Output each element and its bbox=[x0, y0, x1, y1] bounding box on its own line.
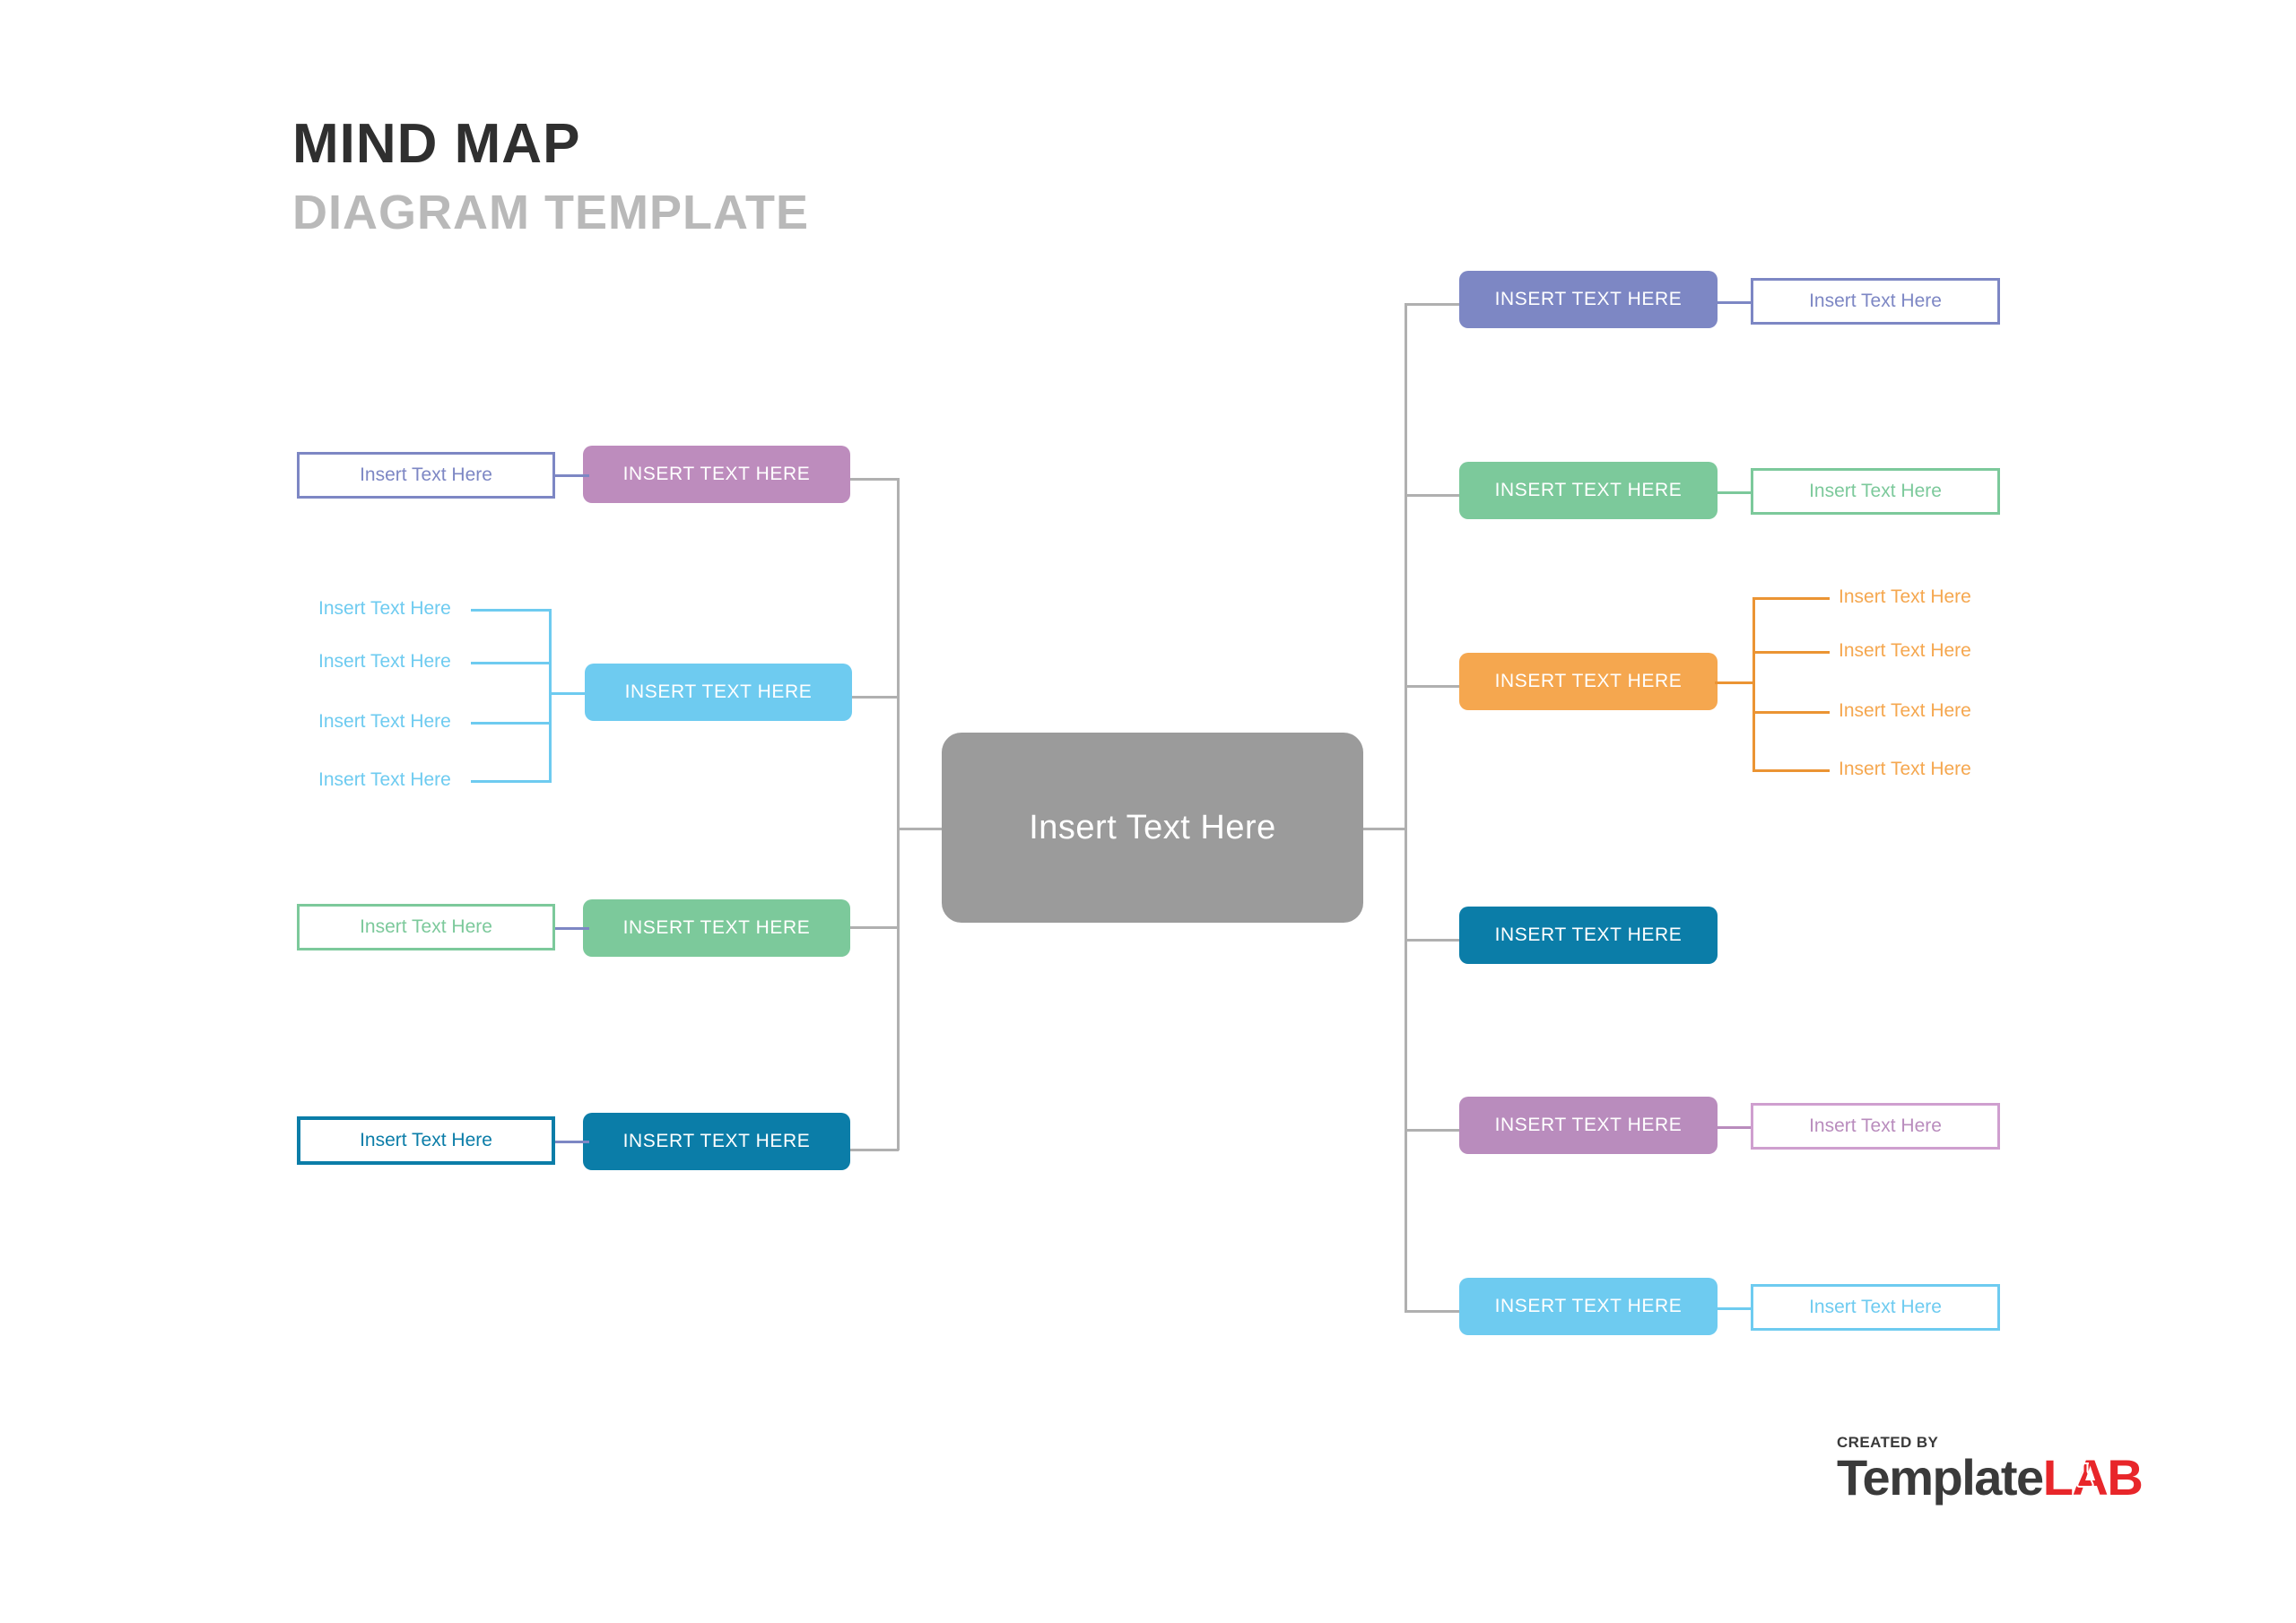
right-leafbox-cyan-label: Insert Text Here bbox=[1809, 1297, 1942, 1317]
right-trunk-stub bbox=[1361, 828, 1406, 830]
right-node-periwinkle[interactable]: INSERT TEXT HERE bbox=[1459, 271, 1718, 328]
right-node-cyan-label: INSERT TEXT HERE bbox=[1494, 1296, 1683, 1316]
right-orange-bracket-spine bbox=[1752, 597, 1755, 769]
left-sky-label-1-text: Insert Text Here bbox=[318, 598, 451, 619]
left-sky-arm-2 bbox=[471, 662, 552, 664]
right-orange-arm-3 bbox=[1752, 711, 1830, 714]
left-sky-label-2[interactable]: Insert Text Here bbox=[318, 647, 471, 677]
left-branch-connector-sky bbox=[848, 696, 899, 699]
left-leafbox-teal-label: Insert Text Here bbox=[360, 1130, 492, 1150]
left-leaf-connector-teal bbox=[550, 1141, 589, 1143]
right-node-periwinkle-label: INSERT TEXT HERE bbox=[1494, 289, 1683, 309]
right-leafbox-mauve-label: Insert Text Here bbox=[1809, 1115, 1942, 1136]
right-node-mauve-label: INSERT TEXT HERE bbox=[1494, 1115, 1683, 1135]
left-sky-label-3[interactable]: Insert Text Here bbox=[318, 707, 471, 737]
right-node-cyan[interactable]: INSERT TEXT HERE bbox=[1459, 1278, 1718, 1335]
right-leafbox-periwinkle-label: Insert Text Here bbox=[1809, 291, 1942, 311]
right-branch-connector-green bbox=[1405, 494, 1460, 497]
flask-icon bbox=[2075, 1462, 2094, 1488]
left-trunk-stub bbox=[897, 828, 944, 830]
logo-created-by-text: CREATED BY bbox=[1837, 1434, 1939, 1451]
left-node-teal-label: INSERT TEXT HERE bbox=[622, 1131, 811, 1151]
right-orange-label-4[interactable]: Insert Text Here bbox=[1839, 754, 2000, 785]
right-leafbox-mauve[interactable]: Insert Text Here bbox=[1751, 1103, 2000, 1150]
right-leaf-connector-green bbox=[1713, 491, 1752, 494]
page-title: MIND MAP DIAGRAM TEMPLATE bbox=[292, 113, 809, 239]
left-branch-connector-purple bbox=[848, 478, 899, 481]
left-leafbox-green-label: Insert Text Here bbox=[360, 916, 492, 937]
logo-lab-text: LAB bbox=[2043, 1453, 2144, 1503]
center-node-label: Insert Text Here bbox=[1029, 808, 1276, 846]
right-branch-connector-cyan bbox=[1405, 1310, 1460, 1313]
right-node-green-label: INSERT TEXT HERE bbox=[1494, 480, 1683, 500]
right-branch-connector-teal bbox=[1405, 939, 1460, 942]
left-node-purple-label: INSERT TEXT HERE bbox=[622, 464, 811, 484]
right-orange-arm-2 bbox=[1752, 651, 1830, 654]
left-node-purple[interactable]: INSERT TEXT HERE bbox=[583, 446, 850, 503]
left-node-sky[interactable]: INSERT TEXT HERE bbox=[585, 664, 852, 721]
right-node-teal[interactable]: INSERT TEXT HERE bbox=[1459, 907, 1718, 964]
left-sky-label-4-text: Insert Text Here bbox=[318, 769, 451, 790]
title-line-primary: MIND MAP bbox=[292, 113, 581, 175]
templatelab-logo: CREATED BY Template LAB bbox=[1837, 1434, 2144, 1506]
right-branch-connector-periwinkle bbox=[1405, 303, 1460, 306]
title-line-secondary: DIAGRAM TEMPLATE bbox=[292, 186, 809, 239]
left-leafbox-teal[interactable]: Insert Text Here bbox=[297, 1116, 555, 1165]
mind-map-canvas: MIND MAP DIAGRAM TEMPLATE Insert Text He… bbox=[0, 0, 2296, 1623]
logo-template-text: Template bbox=[1837, 1449, 2044, 1506]
left-sky-label-4[interactable]: Insert Text Here bbox=[318, 765, 471, 795]
right-orange-label-2[interactable]: Insert Text Here bbox=[1839, 636, 2000, 666]
right-node-teal-label: INSERT TEXT HERE bbox=[1494, 924, 1683, 945]
left-sky-label-2-text: Insert Text Here bbox=[318, 651, 451, 672]
right-leafbox-cyan[interactable]: Insert Text Here bbox=[1751, 1284, 2000, 1331]
right-node-green[interactable]: INSERT TEXT HERE bbox=[1459, 462, 1718, 519]
right-leafbox-periwinkle[interactable]: Insert Text Here bbox=[1751, 278, 2000, 325]
left-branch-connector-green bbox=[848, 926, 899, 929]
center-node[interactable]: Insert Text Here bbox=[942, 733, 1363, 923]
right-orange-arm-1 bbox=[1752, 597, 1830, 600]
left-node-green[interactable]: INSERT TEXT HERE bbox=[583, 899, 850, 957]
right-trunk-vertical bbox=[1405, 303, 1407, 1313]
right-orange-label-2-text: Insert Text Here bbox=[1839, 640, 1971, 661]
right-node-orange[interactable]: INSERT TEXT HERE bbox=[1459, 653, 1718, 710]
right-orange-arm-4 bbox=[1752, 769, 1830, 772]
left-sky-arm-3 bbox=[471, 722, 552, 725]
right-orange-label-4-text: Insert Text Here bbox=[1839, 759, 1971, 779]
left-trunk-vertical bbox=[897, 478, 900, 1150]
left-sky-arm-4 bbox=[471, 780, 552, 783]
right-orange-label-1[interactable]: Insert Text Here bbox=[1839, 582, 2000, 612]
right-branch-connector-orange bbox=[1405, 685, 1460, 688]
right-orange-label-1-text: Insert Text Here bbox=[1839, 586, 1971, 607]
logo-wordmark: Template LAB bbox=[1837, 1449, 2144, 1506]
left-sky-bracket-stub bbox=[549, 692, 590, 695]
right-orange-label-3[interactable]: Insert Text Here bbox=[1839, 696, 2000, 726]
right-orange-label-3-text: Insert Text Here bbox=[1839, 700, 1971, 721]
right-leafbox-green-label: Insert Text Here bbox=[1809, 481, 1942, 501]
right-leafbox-green[interactable]: Insert Text Here bbox=[1751, 468, 2000, 515]
right-node-orange-label: INSERT TEXT HERE bbox=[1494, 671, 1683, 691]
right-orange-bracket-stub bbox=[1715, 681, 1754, 684]
left-node-teal[interactable]: INSERT TEXT HERE bbox=[583, 1113, 850, 1170]
left-sky-label-3-text: Insert Text Here bbox=[318, 711, 451, 732]
left-node-sky-label: INSERT TEXT HERE bbox=[624, 681, 813, 702]
left-leafbox-purple-label: Insert Text Here bbox=[360, 464, 492, 485]
left-sky-label-1[interactable]: Insert Text Here bbox=[318, 594, 471, 624]
left-leaf-connector-purple bbox=[550, 474, 589, 477]
right-node-mauve[interactable]: INSERT TEXT HERE bbox=[1459, 1097, 1718, 1154]
left-node-green-label: INSERT TEXT HERE bbox=[622, 917, 811, 938]
right-branch-connector-mauve bbox=[1405, 1129, 1460, 1132]
right-leaf-connector-cyan bbox=[1713, 1307, 1752, 1310]
left-leaf-connector-green bbox=[550, 927, 589, 930]
left-leafbox-green[interactable]: Insert Text Here bbox=[297, 904, 555, 950]
right-leaf-connector-mauve bbox=[1713, 1126, 1752, 1129]
right-leaf-connector-periwinkle bbox=[1713, 301, 1752, 304]
left-sky-arm-1 bbox=[471, 609, 552, 612]
left-sky-bracket-spine bbox=[549, 609, 552, 780]
left-leafbox-purple[interactable]: Insert Text Here bbox=[297, 452, 555, 499]
left-branch-connector-teal bbox=[848, 1149, 899, 1151]
